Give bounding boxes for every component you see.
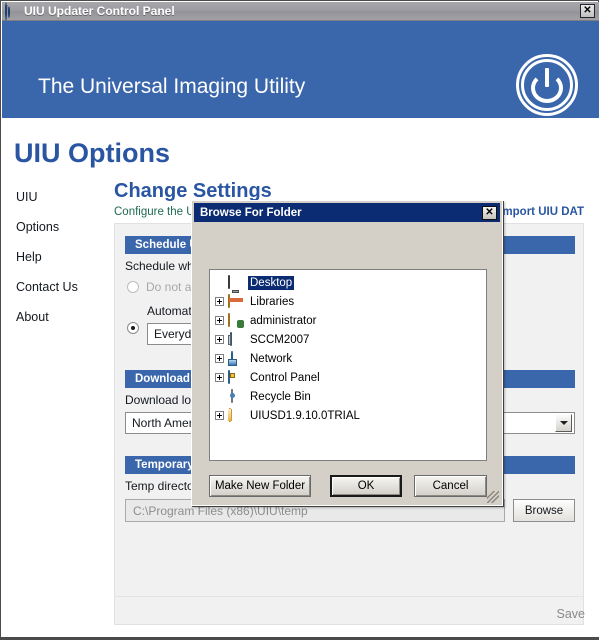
sidebar-item-help[interactable]: Help	[16, 250, 108, 264]
tree-item-desktop[interactable]: Desktop	[210, 273, 486, 292]
tree-item-network[interactable]: Network	[210, 349, 486, 368]
tree-item-label: Libraries	[250, 295, 295, 308]
sidebar-item-uiu[interactable]: UIU	[16, 190, 108, 204]
page-title: UIU Options	[14, 138, 170, 168]
tree-item-control-panel[interactable]: Control Panel	[210, 368, 486, 387]
power-logo-icon	[5, 2, 21, 21]
make-new-folder-button[interactable]: Make New Folder	[209, 475, 311, 497]
libraries-icon	[228, 293, 244, 309]
ok-button[interactable]: OK	[330, 475, 402, 497]
monitor-icon	[228, 274, 244, 290]
tree-item-label: Recycle Bin	[250, 390, 311, 403]
computer-icon	[228, 331, 244, 347]
dialog-titlebar: Browse For Folder ✕	[194, 203, 500, 222]
window-title: UIU Updater Control Panel	[24, 4, 175, 18]
expand-icon[interactable]	[215, 411, 224, 420]
radio-do-not-download[interactable]	[127, 281, 139, 293]
cancel-button[interactable]: Cancel	[414, 475, 487, 497]
control-panel-icon	[228, 369, 244, 385]
uiu-updater-window: UIU Updater Control Panel ✕ The Universa…	[0, 0, 599, 640]
recycle-bin-icon	[228, 388, 244, 404]
radio-automatic-download[interactable]	[127, 322, 139, 334]
banner-title: The Universal Imaging Utility	[38, 75, 306, 98]
browse-for-folder-dialog: Browse For Folder ✕ Desktop Libraries ad…	[191, 200, 503, 506]
expand-icon[interactable]	[215, 316, 224, 325]
expand-icon-placeholder	[215, 278, 224, 287]
save-button[interactable]: Save	[557, 607, 586, 621]
window-bottom-edge	[1, 637, 599, 639]
browse-button[interactable]: Browse	[513, 499, 575, 522]
dialog-title: Browse For Folder	[200, 206, 302, 219]
window-titlebar: UIU Updater Control Panel ✕	[2, 2, 599, 21]
tree-item-sccm2007[interactable]: SCCM2007	[210, 330, 486, 349]
tree-item-uiusd-trial[interactable]: UIUSD1.9.10.0TRIAL	[210, 406, 486, 425]
tree-item-label: administrator	[250, 314, 317, 327]
expand-icon[interactable]	[215, 354, 224, 363]
app-banner: The Universal Imaging Utility	[2, 21, 599, 118]
import-uiu-dat-link[interactable]: Import UIU DAT	[499, 206, 584, 218]
sidebar-item-about[interactable]: About	[16, 310, 108, 324]
footer-divider	[114, 596, 584, 597]
user-folder-icon	[228, 312, 244, 328]
tree-item-label: Network	[250, 352, 293, 365]
radio-row-automatic[interactable]	[127, 322, 139, 334]
tree-item-label: SCCM2007	[250, 333, 310, 346]
expand-icon[interactable]	[215, 297, 224, 306]
tree-item-label: Control Panel	[250, 371, 320, 384]
chevron-down-icon[interactable]	[555, 414, 572, 432]
sidebar-nav: UIU Options Help Contact Us About	[16, 190, 108, 340]
close-icon[interactable]: ✕	[580, 4, 595, 18]
power-button-logo-icon	[516, 54, 578, 116]
sidebar-item-options[interactable]: Options	[16, 220, 108, 234]
tree-item-label: UIUSD1.9.10.0TRIAL	[250, 409, 360, 422]
tree-item-administrator[interactable]: administrator	[210, 311, 486, 330]
tree-item-recycle-bin[interactable]: Recycle Bin	[210, 387, 486, 406]
tree-item-libraries[interactable]: Libraries	[210, 292, 486, 311]
expand-icon[interactable]	[215, 335, 224, 344]
resize-grip[interactable]	[487, 491, 499, 503]
tree-item-label: Desktop	[248, 275, 295, 290]
expand-icon[interactable]	[215, 373, 224, 382]
dialog-close-icon[interactable]: ✕	[482, 205, 497, 220]
sidebar-item-contact-us[interactable]: Contact Us	[16, 280, 108, 294]
network-icon	[228, 350, 244, 366]
expand-icon-placeholder	[215, 392, 224, 401]
folder-icon	[228, 407, 244, 423]
folder-tree[interactable]: Desktop Libraries administrator SCCM2007	[209, 269, 487, 461]
